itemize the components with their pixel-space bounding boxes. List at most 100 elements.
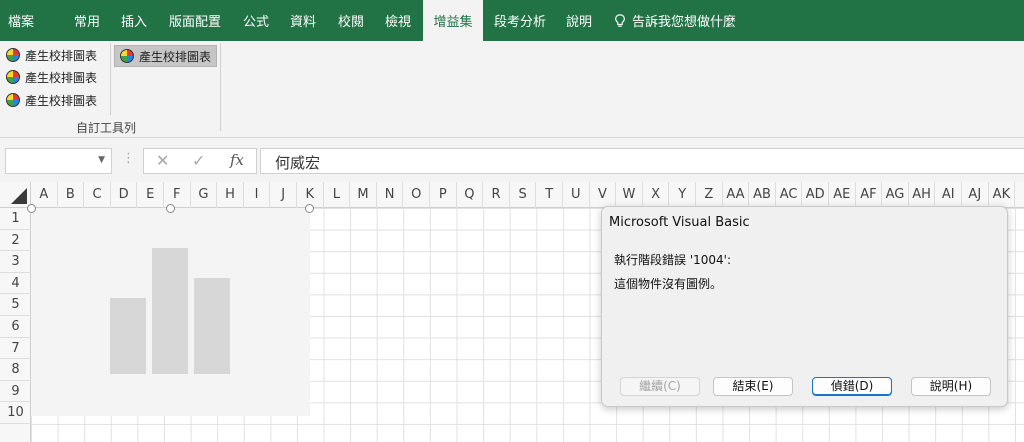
formula-buttons: ✕ ✓ fx [143, 148, 257, 174]
column-header[interactable]: Y [669, 182, 696, 208]
resize-handle[interactable] [166, 204, 175, 213]
column-header[interactable]: E [137, 182, 164, 208]
column-header[interactable]: T [536, 182, 563, 208]
tab-data[interactable]: 資料 [290, 0, 316, 41]
group-divider [220, 43, 221, 131]
button-label: 產生校排圖表 [25, 48, 98, 63]
generate-rank-chart-button-2[interactable]: 產生校排圖表 [6, 67, 97, 87]
ribbon-group-label: 自訂工具列 [76, 121, 137, 135]
placeholder-bar [110, 298, 146, 374]
ribbon-panel: 產生校排圖表 產生校排圖表 產生校排圖表 產生校排圖表 自訂工具列 [0, 41, 1024, 138]
row-header[interactable]: 7 [0, 338, 31, 360]
formula-bar-grip-icon[interactable]: ⋮ [122, 151, 135, 166]
formula-input[interactable]: 何威宏 [260, 148, 1024, 174]
resize-handle[interactable] [27, 204, 36, 213]
ribbon-tab-bar: 檔案 常用 插入 版面配置 公式 資料 校閱 檢視 增益集 段考分析 說明 告訴… [0, 0, 1024, 41]
column-header[interactable]: AI [935, 182, 962, 208]
select-all-button[interactable] [0, 182, 31, 208]
column-header[interactable]: AG [882, 182, 909, 208]
tab-home[interactable]: 常用 [74, 0, 100, 41]
column-header[interactable]: W [616, 182, 643, 208]
chart-tool-icon [6, 93, 20, 107]
help-button[interactable]: 說明(H) [911, 377, 991, 396]
tell-me-label: 告訴我您想做什麼 [632, 15, 737, 30]
column-header[interactable]: B [58, 182, 85, 208]
column-header[interactable]: N [377, 182, 404, 208]
row-header[interactable]: 3 [0, 251, 31, 273]
column-header[interactable]: U [563, 182, 590, 208]
column-header[interactable]: AD [802, 182, 829, 208]
chevron-down-icon[interactable]: ▼ [98, 155, 105, 165]
column-header[interactable]: I [244, 182, 271, 208]
column-header[interactable]: V [590, 182, 617, 208]
cancel-icon[interactable]: ✕ [156, 151, 169, 170]
button-label: 產生校排圖表 [139, 49, 212, 64]
column-header[interactable]: A [31, 182, 58, 208]
column-header[interactable]: L [324, 182, 351, 208]
tab-file[interactable]: 檔案 [8, 0, 34, 41]
generate-rank-chart-button-3[interactable]: 產生校排圖表 [6, 90, 97, 110]
tab-formulas[interactable]: 公式 [243, 0, 269, 41]
button-label: 產生校排圖表 [25, 70, 98, 85]
row-header[interactable]: 5 [0, 294, 31, 316]
enter-icon[interactable]: ✓ [192, 151, 205, 170]
column-header[interactable]: AE [829, 182, 856, 208]
column-header[interactable]: O [403, 182, 430, 208]
continue-button: 繼續(C) [620, 377, 700, 396]
column-header[interactable]: AC [776, 182, 803, 208]
tab-add-ins[interactable]: 增益集 [423, 0, 483, 41]
tab-help[interactable]: 說明 [566, 0, 592, 41]
column-header[interactable]: AJ [962, 182, 989, 208]
select-all-triangle-icon [11, 188, 27, 204]
generate-rank-chart-button-selected[interactable]: 產生校排圖表 [114, 45, 218, 67]
column-header[interactable]: P [430, 182, 457, 208]
column-header[interactable]: AH [909, 182, 936, 208]
dialog-title: Microsoft Visual Basic [609, 215, 750, 230]
row-header[interactable]: 9 [0, 381, 31, 403]
column-header[interactable]: AF [856, 182, 883, 208]
tab-view[interactable]: 檢視 [385, 0, 411, 41]
chart-tool-icon [6, 70, 20, 84]
row-header[interactable]: 8 [0, 359, 31, 381]
column-header[interactable]: D [111, 182, 138, 208]
end-button[interactable]: 結束(E) [713, 377, 793, 396]
column-header[interactable]: R [483, 182, 510, 208]
chart-tool-icon [6, 48, 20, 62]
tab-insert[interactable]: 插入 [121, 0, 147, 41]
resize-handle[interactable] [305, 204, 314, 213]
name-box[interactable]: ▼ [5, 148, 112, 174]
row-header[interactable]: 6 [0, 316, 31, 338]
column-header[interactable]: H [217, 182, 244, 208]
vba-error-dialog: Microsoft Visual Basic 執行階段錯誤 '1004': 這個… [601, 206, 1008, 407]
chart-placeholder[interactable] [27, 204, 314, 416]
column-header[interactable]: G [191, 182, 218, 208]
insert-function-icon[interactable]: fx [230, 151, 244, 169]
tell-me-search[interactable]: 告訴我您想做什麼 [614, 0, 736, 41]
row-header[interactable]: 1 [0, 208, 31, 230]
column-header[interactable]: C [84, 182, 111, 208]
column-header[interactable]: J [270, 182, 297, 208]
column-header[interactable]: Z [696, 182, 723, 208]
row-header[interactable]: 10 [0, 402, 31, 424]
lightbulb-icon [615, 13, 625, 27]
tab-review[interactable]: 校閱 [338, 0, 364, 41]
column-header[interactable]: AA [723, 182, 750, 208]
column-header[interactable]: AK [989, 182, 1016, 208]
column-header[interactable]: Q [457, 182, 484, 208]
error-code-text: 執行階段錯誤 '1004': [614, 253, 731, 267]
group-divider [110, 43, 111, 115]
tab-page-layout[interactable]: 版面配置 [169, 0, 221, 41]
debug-button[interactable]: 偵錯(D) [812, 377, 892, 396]
generate-rank-chart-button-1[interactable]: 產生校排圖表 [6, 45, 97, 65]
row-header[interactable]: 2 [0, 230, 31, 252]
error-message-text: 這個物件沒有圖例。 [614, 277, 723, 291]
column-header[interactable]: S [510, 182, 537, 208]
row-header[interactable]: 4 [0, 273, 31, 295]
column-headers: A B C D E F G H I J K L M N O P Q R S T U V W X Y Z AA AB AC AD AE AF AG… [31, 182, 1024, 208]
formula-bar: ▼ ⋮ ✕ ✓ fx 何威宏 [0, 138, 1024, 182]
tab-exam-analysis[interactable]: 段考分析 [494, 0, 546, 41]
column-header[interactable]: X [643, 182, 670, 208]
column-header[interactable]: AB [749, 182, 776, 208]
chart-tool-icon [120, 49, 134, 63]
column-header[interactable]: M [350, 182, 377, 208]
